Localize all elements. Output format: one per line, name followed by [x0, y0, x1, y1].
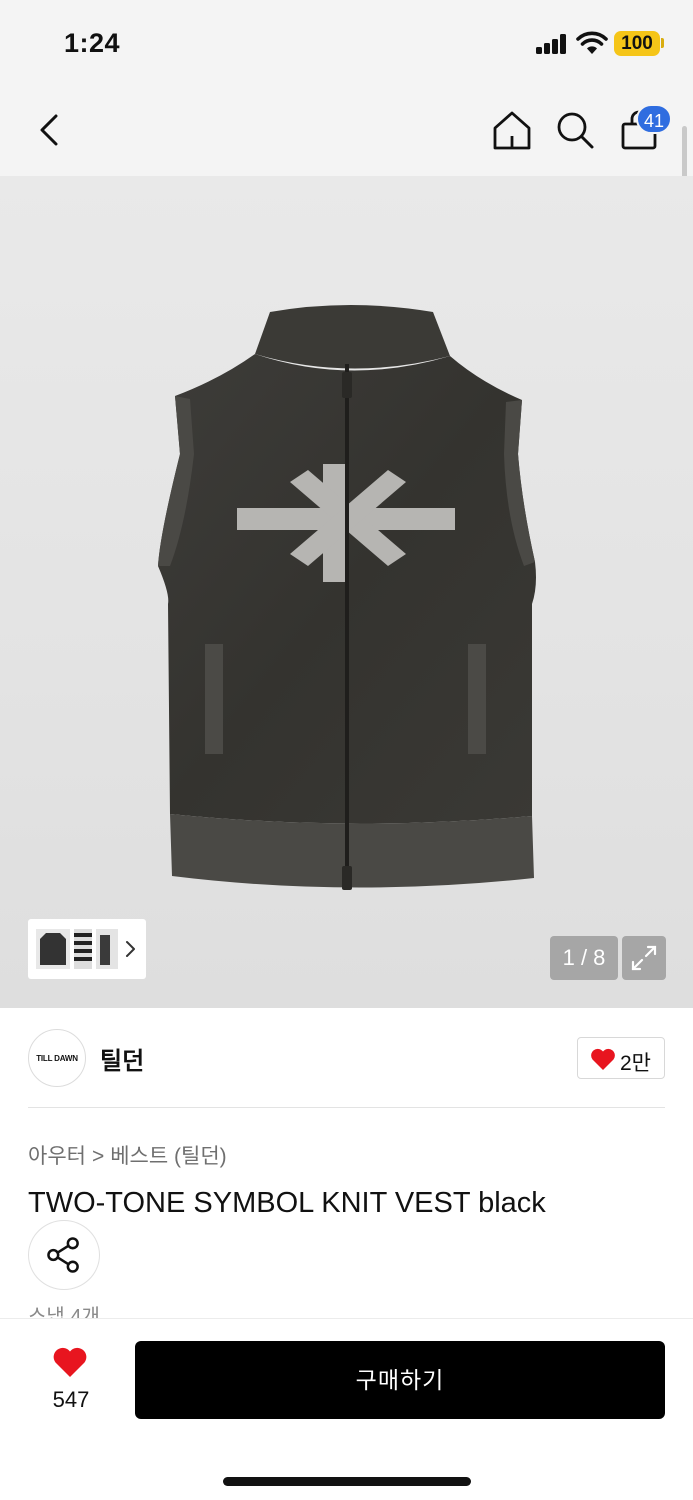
- battery-cap: [661, 38, 664, 48]
- wishlist-count: 547: [52, 1387, 90, 1412]
- divider: [28, 1107, 665, 1108]
- brand-like-count: 2만: [620, 1052, 651, 1075]
- snap-count[interactable]: 스냅 4개: [28, 1300, 100, 1318]
- fullscreen-button[interactable]: [622, 936, 666, 980]
- brand-like-button[interactable]: 2만: [577, 1037, 665, 1079]
- heart-icon[interactable]: [52, 1345, 88, 1379]
- product-title: TWO-TONE SYMBOL KNIT VEST black: [28, 1187, 546, 1219]
- thumbnail-image[interactable]: [96, 929, 118, 969]
- battery-indicator: 100: [614, 31, 660, 56]
- home-indicator: [223, 1477, 471, 1486]
- heart-icon: [591, 1048, 615, 1070]
- breadcrumb-subcategory[interactable]: 베스트 (틸던): [110, 1145, 226, 1168]
- chevron-right-icon[interactable]: [124, 937, 138, 961]
- cart-count-badge: 41: [636, 104, 672, 134]
- share-icon: [47, 1237, 79, 1273]
- breadcrumb: 아우터 > 베스트 (틸던): [28, 1140, 227, 1170]
- image-counter: 1 / 8: [550, 936, 618, 980]
- product-image-gallery[interactable]: 1 / 8: [0, 176, 693, 1008]
- home-icon[interactable]: [490, 108, 534, 152]
- top-navigation-bar: [0, 88, 693, 176]
- product-image: [158, 305, 536, 890]
- breadcrumb-separator: >: [91, 1145, 105, 1168]
- thumbnail-image[interactable]: [74, 929, 92, 969]
- status-time: 1:24: [64, 28, 121, 58]
- cellular-signal-icon: [536, 34, 568, 54]
- thumbnail-strip[interactable]: [28, 919, 146, 979]
- bottom-purchase-bar: 547 구매하기: [0, 1318, 693, 1500]
- chevron-left-icon[interactable]: [30, 108, 70, 152]
- expand-icon: [631, 945, 657, 971]
- wifi-icon: [576, 31, 608, 54]
- brand-logo[interactable]: TILL DAWN: [28, 1029, 86, 1087]
- thumbnail-image[interactable]: [36, 929, 70, 969]
- brand-name[interactable]: 틸던: [100, 1041, 144, 1076]
- status-bar: 1:24 100: [0, 0, 693, 88]
- buy-button[interactable]: 구매하기: [135, 1341, 665, 1419]
- search-icon[interactable]: [553, 108, 597, 152]
- breadcrumb-category[interactable]: 아우터: [28, 1145, 86, 1168]
- share-button[interactable]: [28, 1220, 100, 1290]
- brand-row[interactable]: TILL DAWN 틸던 2만: [0, 1008, 693, 1108]
